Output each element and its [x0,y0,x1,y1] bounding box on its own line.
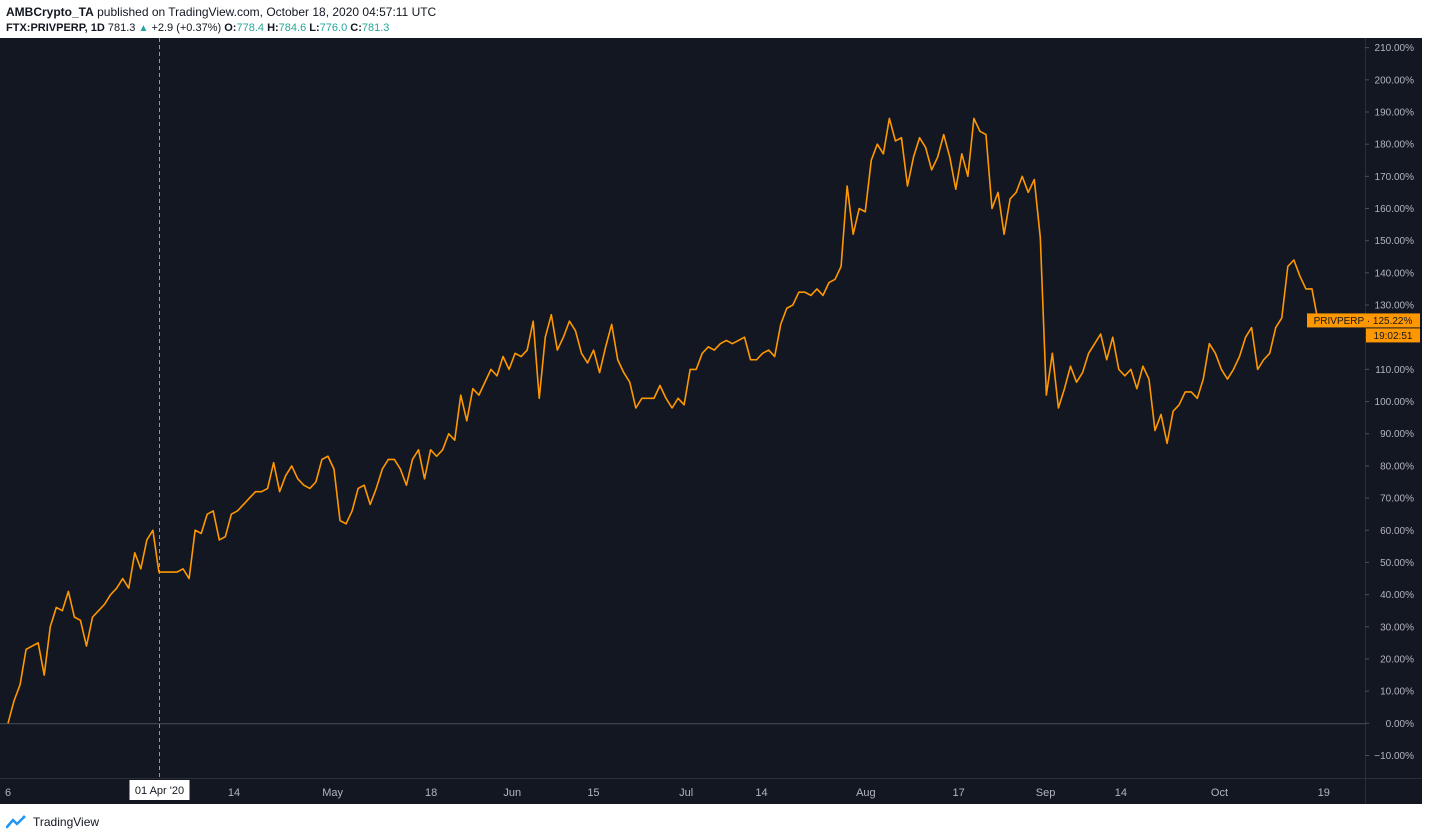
symbol-info: FTX:PRIVPERP, 1D 781.3 ▲ +2.9 (+0.37%) O… [6,20,1406,37]
close-label: C: [350,22,362,34]
y-tick-label: 100.00% [1375,397,1415,408]
high-label: H: [267,22,279,34]
open-value: 778.4 [236,22,264,34]
x-tick-label: 19 [1318,787,1330,799]
author-name[interactable]: AMBCrypto_TA [6,5,94,19]
x-tick-label: Sep [1036,787,1056,799]
x-tick-label: Oct [1211,787,1228,799]
last-price: 781.3 [107,22,136,34]
y-tick-label: 200.00% [1375,75,1415,86]
y-tick-label: 130.00% [1375,301,1415,312]
price-label-text: PRIVPERP · 125.22% [1314,316,1413,327]
price-change: +2.9 (+0.37%) [151,22,222,34]
countdown-label: 19:02:51 [1374,331,1413,342]
y-tick-label: 150.00% [1375,236,1415,247]
y-tick-label: 210.00% [1375,43,1415,54]
x-tick-label: Jun [503,787,521,799]
y-tick-label: 80.00% [1380,461,1414,472]
price-chart[interactable]: −10.00% 0.00% 10.00% 20.00% 30.00% 40.00% 50.0… [0,38,1430,806]
symbol-label: FTX:PRIVPERP, 1D [6,22,105,34]
crosshair-date-tag: 01 Apr '20 [129,780,190,800]
x-tick-label: 17 [952,787,964,799]
y-tick-label: 170.00% [1375,172,1415,183]
tradingview-brand-text: TradingView [33,815,100,829]
y-tick-label: 160.00% [1375,204,1415,215]
y-tick-label: 0.00% [1386,719,1414,730]
y-tick-label: 90.00% [1380,429,1414,440]
y-tick-label: −10.00% [1374,751,1414,762]
y-tick-label: 20.00% [1380,654,1414,665]
open-label: O: [224,22,237,34]
x-tick-label: 14 [755,787,767,799]
publish-info: AMBCrypto_TA published on TradingView.co… [6,4,1406,20]
x-tick-label: May [322,787,343,799]
y-tick-label: 30.00% [1380,622,1414,633]
y-tick-label: 110.00% [1375,365,1414,376]
low-value: 776.0 [319,22,348,34]
crosshair-date-label: 01 Apr '20 [135,785,184,797]
x-tick-label: 18 [425,787,437,799]
y-tick-label: 40.00% [1380,590,1414,601]
x-tick-label: Aug [856,787,876,799]
x-tick-label: Jul [679,787,693,799]
y-tick-label: 190.00% [1375,108,1415,119]
x-tick-label: 14 [1115,787,1127,799]
published-text: published on TradingView.com, October 18… [97,5,437,19]
low-label: L: [309,22,320,34]
y-tick-label: 50.00% [1380,558,1414,569]
y-tick-label: 70.00% [1380,494,1414,505]
up-triangle-icon: ▲ [138,23,149,34]
tradingview-logo-icon [6,815,26,829]
y-tick-label: 140.00% [1375,268,1415,279]
y-tick-label: 180.00% [1375,140,1415,151]
close-value: 781.3 [361,22,390,34]
chart-header: AMBCrypto_TA published on TradingView.co… [6,4,1406,38]
y-tick-label: 10.00% [1380,687,1414,698]
x-tick-label: 6 [5,787,11,799]
footer-branding[interactable]: TradingView [6,812,99,832]
x-tick-label: 15 [587,787,599,799]
x-tick-label: 14 [228,787,240,799]
y-tick-label: 60.00% [1380,526,1414,537]
high-value: 784.6 [278,22,307,34]
chart-background [0,38,1422,804]
